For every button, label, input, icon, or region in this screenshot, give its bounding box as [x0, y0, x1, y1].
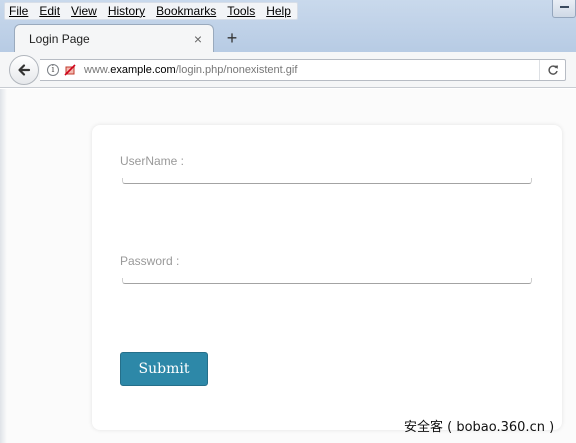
menu-view[interactable]: View [71, 4, 97, 18]
menu-help[interactable]: Help [266, 4, 291, 18]
url-path: /login.php/nonexistent.gif [175, 64, 298, 76]
mixed-content-blocked-icon[interactable] [64, 64, 76, 76]
password-label: Password : [120, 254, 180, 268]
navigation-bar: i www.example.com/login.php/nonexistent.… [0, 52, 576, 88]
password-input[interactable] [122, 278, 532, 284]
submit-button[interactable]: Submit [120, 352, 208, 386]
url-bar[interactable]: i www.example.com/login.php/nonexistent.… [40, 59, 566, 81]
close-tab-icon[interactable]: × [191, 32, 205, 46]
menu-edit[interactable]: Edit [39, 4, 60, 18]
url-host: example.com [110, 64, 176, 76]
back-button[interactable] [9, 55, 39, 85]
url-prefix: www. [84, 64, 111, 76]
watermark-text: 安全客 ( bobao.360.cn ) [404, 420, 555, 435]
menu-file[interactable]: File [9, 4, 28, 18]
username-label: UserName : [120, 154, 185, 168]
new-tab-button[interactable]: + [222, 28, 242, 48]
url-text[interactable]: www.example.com/login.php/nonexistent.gi… [84, 64, 539, 76]
page-edge-shadow [0, 89, 7, 443]
menu-bar: File Edit View History Bookmarks Tools H… [4, 2, 298, 20]
back-arrow-icon [18, 64, 31, 76]
tab-login-page[interactable]: Login Page × [14, 24, 214, 52]
tab-title: Login Page [29, 31, 90, 46]
info-icon[interactable]: i [47, 64, 59, 76]
username-input[interactable] [122, 178, 532, 184]
menu-bookmarks[interactable]: Bookmarks [156, 4, 216, 18]
reload-icon[interactable] [539, 60, 565, 80]
menu-history[interactable]: History [108, 4, 145, 18]
menu-tools[interactable]: Tools [227, 4, 255, 18]
minimize-window-button[interactable] [552, 0, 576, 18]
